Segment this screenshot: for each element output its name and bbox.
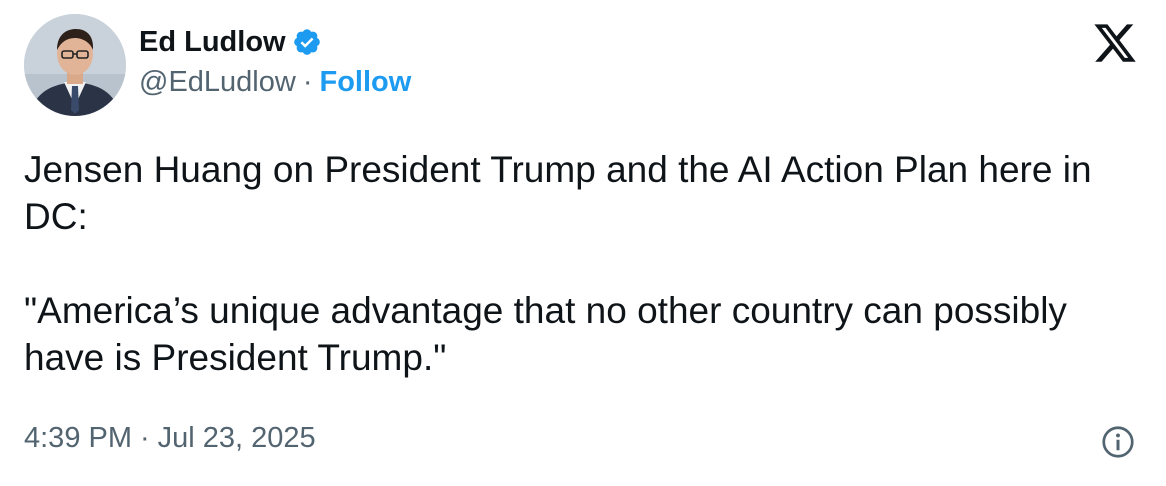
avatar[interactable] [24,14,126,116]
follow-button[interactable]: Follow [319,66,411,99]
verified-badge-icon [293,29,320,55]
separator-dot: · [302,66,313,98]
handle[interactable]: @EdLudlow [139,66,296,99]
author-info: Ed Ludlow @EdLudlow · Follow [139,22,411,99]
info-icon[interactable] [1100,424,1136,460]
avatar-image [24,14,126,116]
display-name[interactable]: Ed Ludlow [139,26,286,59]
x-logo-icon[interactable] [1092,20,1138,66]
tweet-paragraph-2: "America’s unique advantage that no othe… [24,290,1067,378]
tweet-paragraph-1: Jensen Huang on President Trump and the … [24,149,1092,237]
tweet-time[interactable]: 4:39 PM [24,422,132,455]
name-row: Ed Ludlow [139,22,411,62]
tweet-text: Jensen Huang on President Trump and the … [24,146,1134,381]
tweet-card: Ed Ludlow @EdLudlow · Follow Jensen Huan… [0,0,1166,486]
tweet-date[interactable]: Jul 23, 2025 [158,422,316,455]
tweet-timestamp[interactable]: 4:39 PM · Jul 23, 2025 [24,422,316,455]
footer-separator-dot: · [140,422,150,454]
handle-row: @EdLudlow · Follow [139,66,411,99]
